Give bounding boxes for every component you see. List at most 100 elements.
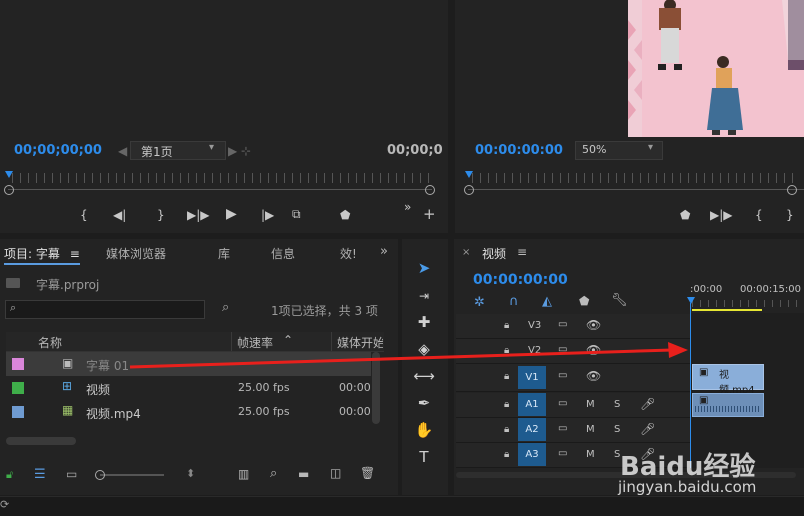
- program-zoom-handle-left[interactable]: [464, 185, 474, 195]
- video-clip[interactable]: ▣ 视频.mp4: [692, 364, 764, 396]
- program-zoom-handle-right[interactable]: [787, 185, 797, 195]
- source-page-select[interactable]: 第1页 ▾: [130, 141, 226, 160]
- mute-button[interactable]: M: [586, 449, 595, 460]
- label-color-swatch[interactable]: [12, 382, 24, 394]
- eye-icon[interactable]: 👁︎: [586, 343, 601, 357]
- clear-icon[interactable]: 🗑︎: [360, 466, 375, 480]
- tab-effects[interactable]: 效!: [340, 245, 357, 262]
- marker-icon[interactable]: ⬟: [340, 208, 350, 222]
- find-icon[interactable]: ⌕: [270, 466, 277, 481]
- source-page-next-icon[interactable]: ▶ ⊹: [228, 144, 251, 158]
- lock-icon[interactable]: 🔒︎: [504, 320, 509, 331]
- list-view-icon[interactable]: ☰: [34, 467, 46, 482]
- new-bin-from-search-icon[interactable]: ⌕: [222, 300, 229, 315]
- source-zoom-handle-right[interactable]: [425, 185, 435, 195]
- add-marker-icon[interactable]: ⬟: [579, 294, 589, 308]
- eye-icon[interactable]: 👁︎: [586, 369, 601, 383]
- step-back-icon[interactable]: ◀|: [113, 208, 126, 222]
- source-zoom-handle-left[interactable]: [4, 185, 14, 195]
- icon-view-icon[interactable]: ▭: [66, 467, 77, 481]
- sort-icon[interactable]: ⬍: [186, 467, 195, 480]
- tab-libraries[interactable]: 库: [218, 245, 230, 262]
- timeline-ruler[interactable]: [692, 300, 804, 307]
- timeline-playhead[interactable]: [687, 297, 695, 304]
- sync-lock-icon[interactable]: ▭: [558, 344, 567, 355]
- program-mark-out-icon[interactable]: }: [786, 208, 794, 222]
- automate-to-sequence-icon[interactable]: ▥: [238, 467, 249, 481]
- track-target-a1[interactable]: A1: [518, 393, 546, 416]
- program-ruler[interactable]: [472, 173, 800, 183]
- lock-icon[interactable]: 🔒︎: [504, 399, 509, 410]
- column-name[interactable]: 名称: [38, 334, 62, 351]
- hamburger-icon[interactable]: ≡: [517, 245, 527, 259]
- selection-tool-icon[interactable]: ➤: [412, 258, 436, 278]
- horizontal-scrollbar[interactable]: [6, 437, 76, 445]
- work-area-bar[interactable]: [692, 309, 762, 311]
- sequence-tab[interactable]: 视频: [482, 245, 506, 262]
- track-target-a2[interactable]: A2: [518, 418, 546, 441]
- program-timecode[interactable]: 00:00:00:00: [475, 143, 563, 158]
- timeline-timecode[interactable]: 00:00:00:00: [473, 272, 568, 288]
- go-to-in-icon[interactable]: ▶|▶: [187, 208, 210, 222]
- type-tool-icon[interactable]: T: [412, 447, 436, 467]
- pen-tool-icon[interactable]: ✒: [412, 393, 436, 413]
- source-page-prev-icon[interactable]: ◀: [118, 144, 127, 158]
- track-target-a3[interactable]: A3: [518, 443, 546, 466]
- program-go-to-in-icon[interactable]: ▶|▶: [710, 208, 733, 222]
- project-tab-active[interactable]: 项目: 字幕 ≡: [4, 245, 80, 265]
- hamburger-icon[interactable]: ≡: [70, 247, 80, 261]
- mark-out-icon[interactable]: }: [157, 208, 165, 222]
- razor-tool-icon[interactable]: ◈: [412, 339, 436, 359]
- lock-icon[interactable]: 🔒︎: [504, 424, 509, 435]
- source-timecode-in[interactable]: 00;00;00;00: [14, 143, 102, 158]
- source-ruler[interactable]: [12, 173, 432, 183]
- mute-button[interactable]: M: [586, 399, 595, 410]
- track-target-v1[interactable]: V1: [518, 366, 546, 389]
- microphone-icon[interactable]: 🎤︎: [640, 397, 655, 411]
- column-frame-rate[interactable]: 帧速率: [237, 334, 273, 351]
- sync-lock-icon[interactable]: ▭: [558, 448, 567, 459]
- mark-in-icon[interactable]: {: [80, 208, 88, 222]
- lock-icon[interactable]: 🔒︎: [504, 449, 509, 460]
- snap-icon[interactable]: ∩: [509, 294, 519, 309]
- track-select-tool-icon[interactable]: ⇥: [412, 286, 436, 306]
- source-zoom-bar[interactable]: [8, 189, 432, 190]
- program-zoom-bar[interactable]: [468, 189, 804, 190]
- ripple-edit-tool-icon[interactable]: ✚: [412, 312, 436, 332]
- zoom-slider[interactable]: [100, 474, 164, 476]
- wrench-icon[interactable]: 🔧︎: [611, 293, 628, 308]
- more-controls-icon[interactable]: »: [404, 200, 411, 214]
- vertical-scrollbar[interactable]: [372, 352, 380, 424]
- search-input[interactable]: ⌕: [5, 300, 205, 319]
- audio-clip[interactable]: ▣: [692, 393, 764, 417]
- list-item[interactable]: ⊞ 视频 25.00 fps 00:00:0: [6, 376, 371, 400]
- eye-icon[interactable]: 👁︎: [586, 318, 601, 332]
- list-item[interactable]: ▣ 字幕 01: [6, 352, 371, 376]
- label-color-swatch[interactable]: [12, 358, 24, 370]
- program-mark-in-icon[interactable]: {: [755, 208, 763, 222]
- slip-tool-icon[interactable]: ⟷: [412, 366, 436, 386]
- lock-icon[interactable]: 🔒︎: [504, 345, 509, 356]
- play-icon[interactable]: ▶: [226, 207, 237, 221]
- step-forward-icon[interactable]: |▶: [261, 208, 274, 222]
- tab-info[interactable]: 信息: [271, 245, 295, 262]
- sync-lock-icon[interactable]: ▭: [558, 319, 567, 330]
- more-tabs-icon[interactable]: »: [380, 244, 388, 259]
- close-icon[interactable]: ×: [462, 247, 470, 258]
- nest-toggle-icon[interactable]: ✲: [474, 295, 485, 310]
- microphone-icon[interactable]: 🎤︎: [640, 422, 655, 436]
- hand-tool-icon[interactable]: ✋: [412, 420, 436, 440]
- insert-icon[interactable]: ⧉: [292, 207, 301, 221]
- zoom-select[interactable]: 50% ▾: [575, 141, 663, 160]
- program-marker-icon[interactable]: ⬟: [680, 208, 690, 222]
- tab-media-browser[interactable]: 媒体浏览器: [106, 245, 166, 262]
- label-color-swatch[interactable]: [12, 406, 24, 418]
- lock-icon[interactable]: 🔓︎: [6, 468, 13, 482]
- zoom-slider-handle[interactable]: [95, 470, 105, 480]
- solo-button[interactable]: S: [614, 399, 620, 410]
- linked-selection-icon[interactable]: ◭: [542, 294, 552, 309]
- solo-button[interactable]: S: [614, 424, 620, 435]
- new-item-icon[interactable]: ◫: [330, 466, 341, 480]
- new-bin-icon[interactable]: ▬: [298, 467, 309, 481]
- column-media-start[interactable]: 媒体开始: [337, 334, 383, 351]
